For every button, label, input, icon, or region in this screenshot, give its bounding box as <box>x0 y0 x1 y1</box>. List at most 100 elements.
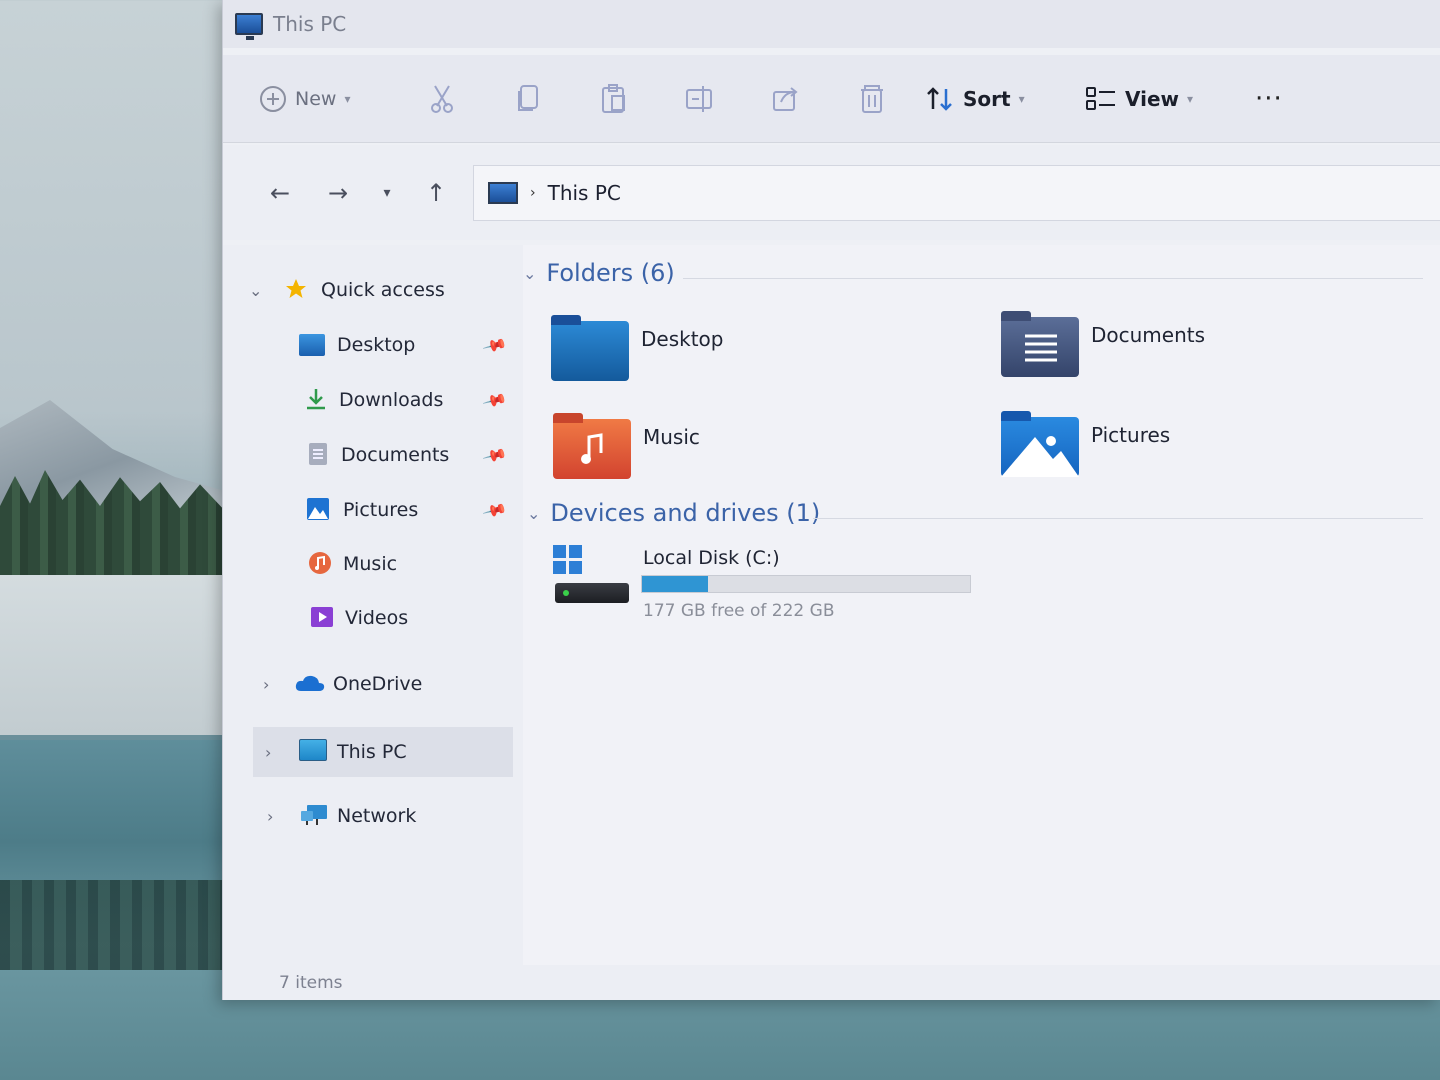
paste-button[interactable] <box>571 77 657 121</box>
folder-label: Desktop <box>641 327 724 351</box>
wallpaper-reflection <box>0 880 250 970</box>
sidebar-item-label: Documents <box>341 444 450 466</box>
sidebar-item-quick-access[interactable]: ⌄ Quick access <box>223 265 513 315</box>
chevron-down-icon: ▾ <box>1018 91 1025 106</box>
sidebar-item-network[interactable]: › Network <box>223 791 513 841</box>
share-button[interactable] <box>743 77 829 121</box>
paste-icon <box>602 83 625 113</box>
sidebar-item-label: Music <box>343 553 398 575</box>
chevron-down-icon: ⌄ <box>523 263 537 283</box>
copy-button[interactable] <box>485 77 571 121</box>
pictures-icon <box>307 498 329 520</box>
folder-label: Documents <box>1091 323 1206 347</box>
pin-icon: 📌 <box>481 331 509 359</box>
rename-button[interactable] <box>657 77 743 121</box>
sidebar-item-downloads[interactable]: Downloads 📌 <box>223 375 513 425</box>
sidebar-item-videos[interactable]: Videos <box>223 593 513 643</box>
sidebar-item-label: Quick access <box>321 279 445 301</box>
status-bar: 7 items <box>223 965 1440 1000</box>
folders-group-title: Folders (6) <box>546 259 675 287</box>
drive-label: Local Disk (C:) <box>643 547 780 569</box>
new-button[interactable]: New ▾ <box>259 77 399 121</box>
drives-group-header[interactable]: ⌄ Devices and drives (1) <box>527 499 820 527</box>
music-icon <box>309 552 331 574</box>
pin-icon: 📌 <box>481 386 509 414</box>
documents-folder-icon <box>1001 311 1079 377</box>
drive-usage-fill <box>642 576 708 592</box>
sidebar-item-documents[interactable]: Documents 📌 <box>223 430 513 480</box>
view-button[interactable]: View ▾ <box>1085 77 1255 121</box>
windows-logo-icon <box>553 545 583 575</box>
network-icon <box>301 805 327 825</box>
navigation-bar: ← → ▾ ↑ › This PC <box>223 145 1440 240</box>
delete-button[interactable] <box>829 77 915 121</box>
sidebar-item-label: Desktop <box>337 334 416 356</box>
computer-icon <box>235 13 263 40</box>
see-more-button[interactable]: ··· <box>1255 77 1283 121</box>
wallpaper-snow <box>0 575 250 735</box>
chevron-right-icon[interactable]: › <box>265 743 271 762</box>
pin-icon: 📌 <box>481 496 509 524</box>
command-bar: New ▾ Sort ▾ View ▾ ··· <box>223 55 1440 143</box>
back-button[interactable]: ← <box>251 173 309 213</box>
folder-label: Pictures <box>1091 423 1171 447</box>
sidebar-item-desktop[interactable]: Desktop 📌 <box>223 320 513 370</box>
plus-circle-icon <box>260 85 286 112</box>
view-button-label: View <box>1125 86 1180 111</box>
folder-tile-pictures[interactable]: Pictures <box>1001 411 1421 497</box>
folder-tile-desktop[interactable]: Desktop <box>551 315 971 401</box>
arrow-right-icon: → <box>327 178 349 207</box>
pin-icon: 📌 <box>481 441 509 469</box>
address-bar[interactable]: › This PC <box>473 165 1440 221</box>
desktop-folder-icon <box>551 315 629 381</box>
download-icon <box>307 389 325 410</box>
desktop-folder-icon <box>299 334 325 356</box>
sidebar-item-label: Network <box>337 805 417 827</box>
scissors-icon <box>431 84 453 113</box>
rename-icon <box>686 85 712 112</box>
folders-group-header[interactable]: ⌄ Folders (6) <box>523 259 675 287</box>
cut-button[interactable] <box>399 77 485 121</box>
content-pane: ⌄ Folders (6) Desktop Documents Music Pi… <box>523 245 1440 965</box>
drive-tile-c[interactable]: Local Disk (C:) 177 GB free of 222 GB <box>553 545 993 635</box>
onedrive-cloud-icon <box>295 675 325 691</box>
chevron-right-icon[interactable]: › <box>267 807 273 826</box>
chevron-right-icon[interactable]: › <box>263 675 269 694</box>
documents-icon <box>309 443 327 465</box>
pictures-folder-icon <box>1001 411 1079 477</box>
sidebar-item-label: Pictures <box>343 499 419 521</box>
drive-free-space: 177 GB free of 222 GB <box>643 601 835 621</box>
folder-label: Music <box>643 425 700 449</box>
sidebar-item-pictures[interactable]: Pictures 📌 <box>223 485 513 535</box>
chevron-down-icon: ⌄ <box>527 503 541 523</box>
recent-locations-button[interactable]: ▾ <box>367 173 407 213</box>
chevron-down-icon[interactable]: ⌄ <box>249 281 262 300</box>
folder-tile-music[interactable]: Music <box>553 413 973 499</box>
drives-group-title: Devices and drives (1) <box>550 499 821 527</box>
sidebar-item-this-pc[interactable]: › This PC <box>253 727 513 777</box>
sort-arrows-icon <box>927 86 952 111</box>
music-folder-icon <box>553 413 631 479</box>
computer-icon <box>299 739 327 761</box>
share-icon <box>773 86 798 111</box>
title-bar[interactable]: This PC <box>223 0 1440 48</box>
up-button[interactable]: ↑ <box>407 173 465 213</box>
videos-icon <box>311 607 333 627</box>
breadcrumb-this-pc[interactable]: This PC <box>548 181 621 205</box>
sidebar-item-onedrive[interactable]: › OneDrive <box>223 659 513 709</box>
file-explorer-window: This PC New ▾ Sort ▾ View ▾ ··· ← → ▾ ↑ … <box>222 0 1440 1000</box>
sidebar-item-label: This PC <box>337 741 407 763</box>
folder-tile-documents[interactable]: Documents <box>1001 311 1421 397</box>
star-icon <box>286 279 306 298</box>
more-dots-icon: ··· <box>1255 83 1283 114</box>
trash-icon <box>861 84 883 113</box>
new-button-label: New <box>295 87 337 110</box>
forward-button[interactable]: → <box>309 173 367 213</box>
sort-button-label: Sort <box>963 86 1011 111</box>
chevron-down-icon: ▾ <box>383 184 391 201</box>
item-count: 7 items <box>279 972 343 993</box>
sidebar-item-music[interactable]: Music <box>223 539 513 589</box>
sidebar-item-label: Downloads <box>339 389 444 411</box>
navigation-pane: ⌄ Quick access Desktop 📌 Downloads 📌 Doc… <box>223 245 523 965</box>
sort-button[interactable]: Sort ▾ <box>925 77 1085 121</box>
